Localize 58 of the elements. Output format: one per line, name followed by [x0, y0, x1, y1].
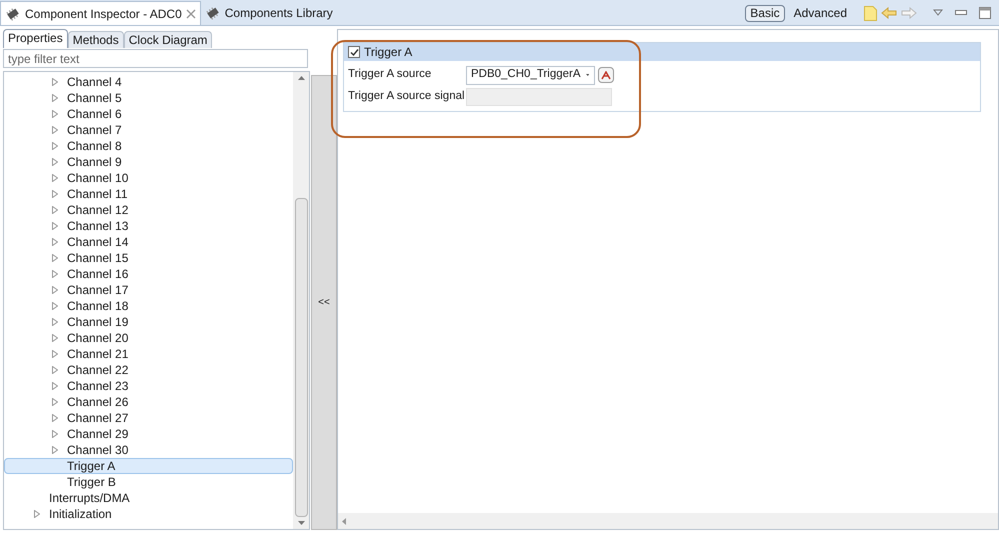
group-title: Trigger A: [364, 44, 412, 61]
scroll-up-icon[interactable]: [298, 76, 304, 80]
tree-item[interactable]: Channel 12: [4, 202, 293, 218]
vertical-scrollbar[interactable]: [293, 72, 309, 529]
forward-arrow-icon[interactable]: [901, 7, 917, 19]
tree-item[interactable]: Channel 29: [4, 426, 293, 442]
tree-item[interactable]: Channel 27: [4, 410, 293, 426]
inspector-tab[interactable]: Properties: [3, 29, 68, 48]
note-icon[interactable]: [864, 6, 877, 20]
tree-item[interactable]: Channel 8: [4, 138, 293, 154]
inspector-tab[interactable]: Clock Diagram: [124, 31, 212, 48]
tree-item[interactable]: Channel 21: [4, 346, 293, 362]
tree-item[interactable]: Channel 26: [4, 394, 293, 410]
tree-item[interactable]: Channel 5: [4, 90, 293, 106]
tree-item[interactable]: Channel 30: [4, 442, 293, 458]
scroll-down-icon[interactable]: [298, 521, 304, 525]
tree-item[interactable]: Initialization: [4, 506, 293, 522]
tree-item[interactable]: Channel 22: [4, 362, 293, 378]
caret-icon: [586, 73, 589, 77]
horizontal-scrollbar[interactable]: [338, 513, 998, 529]
tree-item[interactable]: Channel 15: [4, 250, 293, 266]
view-mode-toggle[interactable]: Advanced: [788, 4, 852, 22]
tree-item[interactable]: Channel 18: [4, 298, 293, 314]
tree-item[interactable]: Channel 9: [4, 154, 293, 170]
checkbox[interactable]: [348, 46, 360, 58]
tree-item[interactable]: Trigger B: [4, 474, 293, 490]
tree-item[interactable]: Channel 14: [4, 234, 293, 250]
maximize-icon[interactable]: [979, 7, 991, 19]
tree-item[interactable]: Channel 10: [4, 170, 293, 186]
inspector-tab[interactable]: Methods: [68, 31, 124, 48]
minimize-icon[interactable]: [955, 10, 967, 16]
source-dropdown[interactable]: PDB0_CH0_TriggerA: [466, 66, 595, 84]
scroll-left-icon[interactable]: [342, 518, 346, 524]
property-label: Trigger A source: [348, 67, 432, 82]
tree-item[interactable]: Channel 7: [4, 122, 293, 138]
tree-item[interactable]: Channel 4: [4, 74, 293, 90]
tree-item[interactable]: Channel 16: [4, 266, 293, 282]
tree-item[interactable]: Interrupts/DMA: [4, 490, 293, 506]
tree-item[interactable]: Channel 19: [4, 314, 293, 330]
tree-item[interactable]: Channel 6: [4, 106, 293, 122]
tree-item[interactable]: Trigger A: [4, 458, 293, 474]
editor-tab[interactable]: Components Library: [200, 1, 337, 25]
tree-item[interactable]: Channel 20: [4, 330, 293, 346]
property-label: Trigger A source signal: [348, 89, 466, 104]
filter-field[interactable]: type filter text: [3, 49, 308, 68]
expand-arrow-icon[interactable]: [34, 510, 40, 518]
back-arrow-icon[interactable]: [881, 7, 897, 19]
dropdown-icon[interactable]: [933, 9, 943, 17]
tree-item[interactable]: Channel 23: [4, 378, 293, 394]
signal-button[interactable]: [598, 67, 614, 83]
editor-tab[interactable]: Component Inspector - ADC0: [0, 1, 201, 25]
close-icon[interactable]: [186, 8, 196, 18]
tree-item[interactable]: Channel 11: [4, 186, 293, 202]
tree-item[interactable]: Channel 17: [4, 282, 293, 298]
signal-icon: [601, 70, 611, 80]
tree-item[interactable]: Channel 13: [4, 218, 293, 234]
collapse-button[interactable]: <<: [311, 75, 337, 530]
view-mode-toggle[interactable]: Basic: [745, 4, 785, 22]
